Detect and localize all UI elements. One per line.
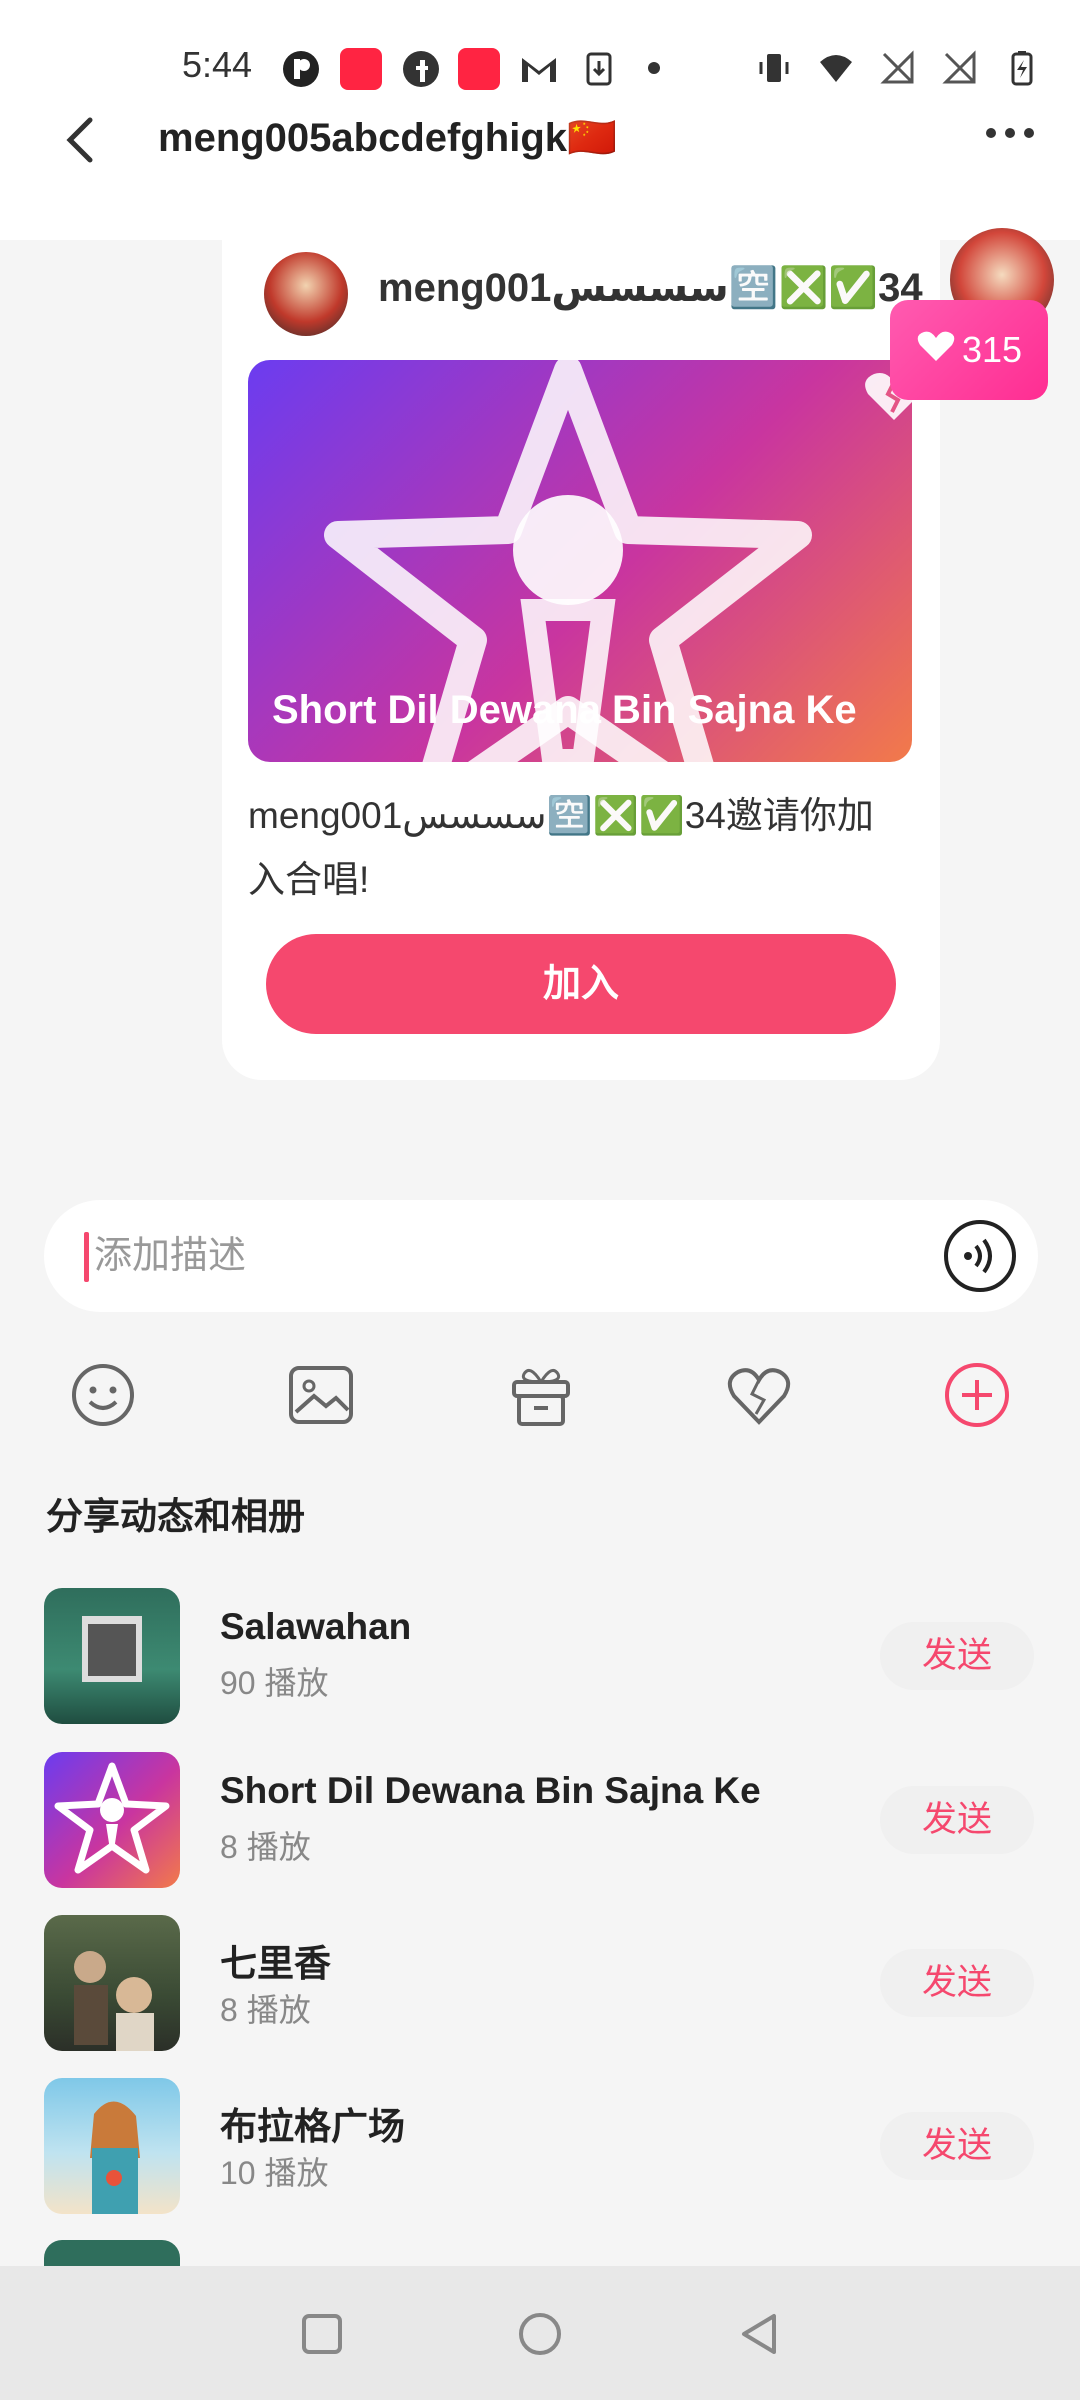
- image-icon[interactable]: [286, 1360, 356, 1430]
- home-icon[interactable]: [516, 2310, 564, 2358]
- download-icon: [578, 48, 620, 90]
- list-item[interactable]: 布拉格广场 10 播放 发送: [0, 2078, 1080, 2218]
- wifi-icon: [818, 50, 854, 86]
- song-name: Short Dil Dewana Bin Sajna Ke: [220, 1770, 761, 1811]
- list-item[interactable]: Short Dil Dewana Bin Sajna Ke 8 播放 发送: [0, 1752, 1080, 1892]
- status-bar: 5:44: [0, 0, 1080, 100]
- likes-badge[interactable]: 315: [890, 300, 1048, 400]
- status-time: 5:44: [182, 44, 253, 85]
- song-name: Salawahan: [220, 1606, 412, 1647]
- dot-icon: [648, 62, 660, 74]
- recent-apps-icon[interactable]: [298, 2310, 346, 2358]
- sender-avatar[interactable]: [264, 252, 348, 336]
- more-options-icon[interactable]: [986, 128, 1034, 138]
- list-item[interactable]: 七里香 8 播放 发送: [0, 1915, 1080, 2055]
- p-icon: [280, 48, 322, 90]
- chat-toolbar: [0, 1360, 1080, 1470]
- send-button[interactable]: 发送: [880, 1786, 1034, 1854]
- song-plays: 8 播放: [220, 1829, 311, 1865]
- song-cover-title: Short Dil Dewana Bin Sajna Ke: [272, 688, 857, 732]
- send-button[interactable]: 发送: [880, 2112, 1034, 2180]
- send-button[interactable]: 发送: [880, 1622, 1034, 1690]
- gift-icon[interactable]: [506, 1360, 576, 1430]
- vibrate-icon: [756, 50, 792, 86]
- voice-icon[interactable]: [942, 1218, 1018, 1294]
- song-plays: 8 播放: [220, 1992, 311, 2028]
- song-plays: 90 播放: [220, 1665, 329, 1701]
- song-plays: 10 播放: [220, 2155, 329, 2191]
- song-thumbnail: [44, 1915, 180, 2051]
- facebook-icon: [400, 48, 442, 90]
- hearts-icon: [916, 329, 956, 372]
- song-thumbnail: [44, 2078, 180, 2214]
- song-thumbnail: [44, 2240, 180, 2266]
- emoji-icon[interactable]: [68, 1360, 138, 1430]
- song-thumbnail: [44, 1752, 180, 1888]
- plus-icon[interactable]: [942, 1360, 1012, 1430]
- list-item[interactable]: Salawahan 90 播放 发送: [0, 1588, 1080, 1728]
- no-signal-icon: [942, 50, 978, 86]
- likes-count: 315: [961, 329, 1023, 370]
- xiaohongshu-icon: [458, 48, 500, 90]
- description-input[interactable]: [94, 1224, 894, 1288]
- share-section-title: 分享动态和相册: [46, 1496, 305, 1537]
- song-cover[interactable]: Short Dil Dewana Bin Sajna Ke: [248, 360, 912, 762]
- song-name: 七里香: [220, 1943, 331, 1984]
- no-signal-icon: [880, 50, 916, 86]
- back-nav-icon[interactable]: [736, 2310, 784, 2358]
- song-thumbnail: [44, 1588, 180, 1724]
- broken-heart-icon: [822, 373, 912, 444]
- back-icon[interactable]: [56, 112, 104, 168]
- system-nav-bar: [0, 2266, 1080, 2400]
- chorus-invite-card: meng001سسسس🈳❎✅34 Short Dil Dewana Bin Sa…: [222, 200, 940, 1080]
- join-button[interactable]: 加入: [266, 934, 896, 1034]
- invite-message: meng001سسسس🈳❎✅34邀请你加入合唱!: [248, 795, 874, 900]
- chat-title: meng005abcdefghigk🇨🇳: [158, 116, 617, 160]
- battery-charging-icon: [1004, 50, 1040, 86]
- gmail-icon: [518, 48, 560, 90]
- sender-username: meng001سسسس🈳❎✅34: [378, 266, 923, 310]
- description-input-container: [44, 1200, 1038, 1312]
- heart-icon[interactable]: [724, 1360, 794, 1430]
- xiaohongshu-icon: [340, 48, 382, 90]
- text-cursor: [84, 1232, 89, 1282]
- song-name: 布拉格广场: [220, 2106, 405, 2147]
- send-button[interactable]: 发送: [880, 1949, 1034, 2017]
